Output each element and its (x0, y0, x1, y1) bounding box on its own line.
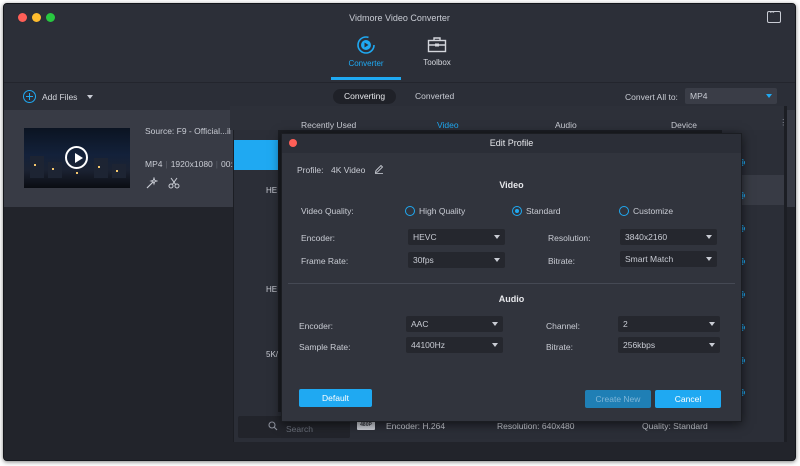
chevron-down-icon (492, 343, 498, 347)
file-format: MP4 (145, 159, 163, 169)
channel-select[interactable]: 2 (618, 316, 720, 332)
format-category-label[interactable]: 5K/ (266, 350, 278, 359)
format-category-selected[interactable] (234, 140, 278, 170)
audio-bitrate-label: Bitrate: (546, 342, 573, 352)
radio-high-quality[interactable] (405, 206, 415, 216)
file-resolution: 1920x1080 (170, 159, 213, 169)
resolution-label: Resolution: (548, 233, 591, 243)
format-category-label[interactable]: HE (266, 285, 277, 294)
nav-converter-label: Converter (348, 59, 384, 68)
chevron-down-icon (494, 235, 500, 239)
radio-high-quality-label: High Quality (419, 206, 466, 216)
search-placeholder: Search (286, 424, 313, 434)
create-new-button[interactable]: Create New (585, 390, 651, 408)
sample-rate-value: 44100Hz (411, 340, 446, 350)
chevron-down-icon (709, 322, 715, 326)
preset-quality: Quality: Standard (642, 421, 708, 431)
video-section-title: Video (499, 180, 524, 190)
format-category-list (234, 130, 278, 422)
bitrate-label: Bitrate: (548, 256, 575, 266)
preset-resolution: Resolution: 640x480 (497, 421, 575, 431)
chevron-down-icon (766, 94, 772, 98)
convert-all-value: MP4 (690, 91, 708, 101)
chevron-down-icon (706, 235, 712, 239)
default-button[interactable]: Default (299, 389, 372, 407)
add-files-label: Add Files (42, 91, 78, 102)
audio-encoder-label: Encoder: (299, 321, 334, 331)
tab-audio[interactable]: Audio (555, 120, 577, 130)
add-icon (23, 90, 36, 103)
resolution-select[interactable]: 3840x2160 (620, 229, 717, 245)
section-divider (288, 283, 735, 284)
chevron-down-icon[interactable] (87, 94, 94, 99)
audio-encoder-select[interactable]: AAC (406, 316, 503, 332)
tab-converting[interactable]: Converting (333, 89, 397, 104)
video-thumbnail[interactable] (24, 128, 130, 188)
audio-encoder-value: AAC (411, 319, 429, 329)
app-title: Vidmore Video Converter (349, 13, 450, 23)
chevron-down-icon (494, 258, 500, 262)
nav-toolbox[interactable]: Toolbox (402, 36, 472, 67)
bitrate-select[interactable]: Smart Match (620, 251, 717, 267)
chevron-down-icon (709, 343, 715, 347)
audio-section-title: Audio (498, 294, 525, 304)
resolution-value: 3840x2160 (625, 232, 668, 242)
converter-icon (357, 36, 375, 54)
audio-bitrate-select[interactable]: 256kbps (618, 337, 720, 353)
profile-value: 4K Video (331, 165, 366, 175)
encoder-value: HEVC (413, 232, 437, 242)
more-icon[interactable]: ⋮ (779, 117, 788, 128)
file-meta: MP4 | 1920x1080 | 00:0 (145, 159, 238, 169)
profile-label: Profile: (297, 165, 324, 175)
frame-rate-label: Frame Rate: (301, 256, 349, 266)
nav-toolbox-label: Toolbox (423, 58, 451, 67)
bitrate-value: Smart Match (625, 254, 674, 264)
title-bar: Vidmore Video Converter Converter Toolbo… (4, 4, 795, 82)
search-icon (268, 421, 278, 431)
encoder-select[interactable]: HEVC (408, 229, 505, 245)
audio-bitrate-value: 256kbps (623, 340, 656, 350)
active-nav-indicator (331, 77, 401, 80)
convert-all-select[interactable]: MP4 (685, 88, 777, 104)
dialog-header: Edit Profile (282, 134, 741, 153)
chevron-down-icon (706, 257, 712, 261)
tab-video[interactable]: Video (437, 120, 459, 130)
convert-all-label: Convert All to: (625, 92, 678, 102)
radio-customize[interactable] (619, 206, 629, 216)
encoder-label: Encoder: (301, 233, 336, 243)
format-category-label[interactable]: HE (266, 186, 277, 195)
sample-rate-label: Sample Rate: (299, 342, 351, 352)
channel-value: 2 (623, 319, 628, 329)
file-source: Source: F9 - Official...il (145, 126, 231, 136)
chevron-down-icon (492, 322, 498, 326)
nav-converter[interactable]: Converter (331, 36, 401, 68)
radio-standard-label: Standard (526, 206, 561, 216)
sample-rate-select[interactable]: 44100Hz (406, 337, 503, 353)
play-icon[interactable] (65, 146, 88, 169)
add-files-button[interactable]: Add Files (23, 90, 94, 103)
channel-label: Channel: (546, 321, 581, 331)
frame-rate-value: 30fps (413, 255, 434, 265)
toolbox-icon (427, 37, 447, 53)
radio-standard[interactable] (512, 206, 522, 216)
scissors-icon[interactable] (168, 177, 180, 189)
radio-customize-label: Customize (633, 206, 674, 216)
pencil-icon[interactable] (374, 164, 384, 174)
preset-encoder: Encoder: H.264 (386, 421, 446, 431)
edit-profile-dialog: Edit Profile Profile: 4K Video Video Vid… (281, 133, 742, 422)
cancel-button[interactable]: Cancel (655, 390, 721, 408)
video-quality-label: Video Quality: (301, 206, 354, 216)
tab-converted[interactable]: Converted (404, 89, 465, 104)
frame-rate-select[interactable]: 30fps (408, 252, 505, 268)
chat-icon[interactable] (767, 8, 781, 23)
tab-recently-used[interactable]: Recently Used (301, 120, 356, 130)
tab-device[interactable]: Device (671, 120, 697, 130)
magic-wand-icon[interactable] (146, 177, 158, 189)
dialog-title: Edit Profile (489, 138, 534, 148)
